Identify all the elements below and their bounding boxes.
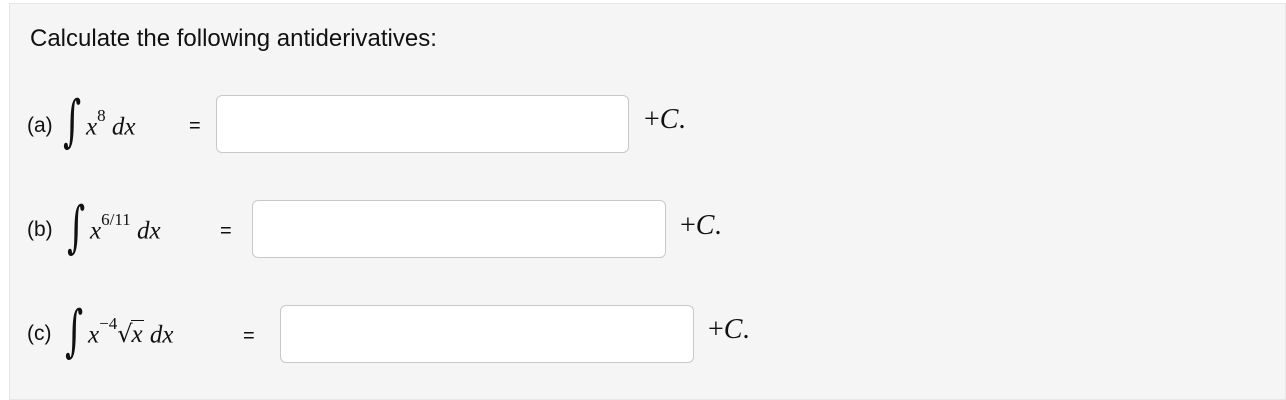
part-a-answer-input[interactable]: [216, 95, 629, 153]
integral-sign-icon: ∫: [63, 89, 82, 154]
question-heading: Calculate the following antiderivatives:: [30, 25, 437, 52]
part-b-equals: =: [220, 220, 232, 242]
part-a-label: (a): [27, 114, 53, 137]
question-panel: Calculate the following antiderivatives:…: [9, 3, 1286, 400]
square-root-icon: √x: [117, 320, 144, 349]
part-b-constant: +C.: [680, 210, 722, 241]
part-c-constant: +C.: [708, 314, 750, 345]
part-b-integrand: x6/11 dx: [90, 210, 161, 245]
part-b-label: (b): [27, 218, 53, 241]
part-b-answer-input[interactable]: [252, 200, 666, 258]
integral-sign-icon: ∫: [65, 299, 84, 364]
part-a-constant: +C.: [644, 104, 686, 135]
part-a-equals: =: [189, 115, 201, 137]
part-c-answer-input[interactable]: [280, 305, 694, 363]
part-c-integrand: x−4√x dx: [88, 314, 174, 349]
part-c-label: (c): [27, 322, 52, 345]
part-c-equals: =: [243, 325, 255, 347]
integral-sign-icon: ∫: [67, 195, 86, 260]
part-a-integrand: x8 dx: [86, 106, 136, 141]
